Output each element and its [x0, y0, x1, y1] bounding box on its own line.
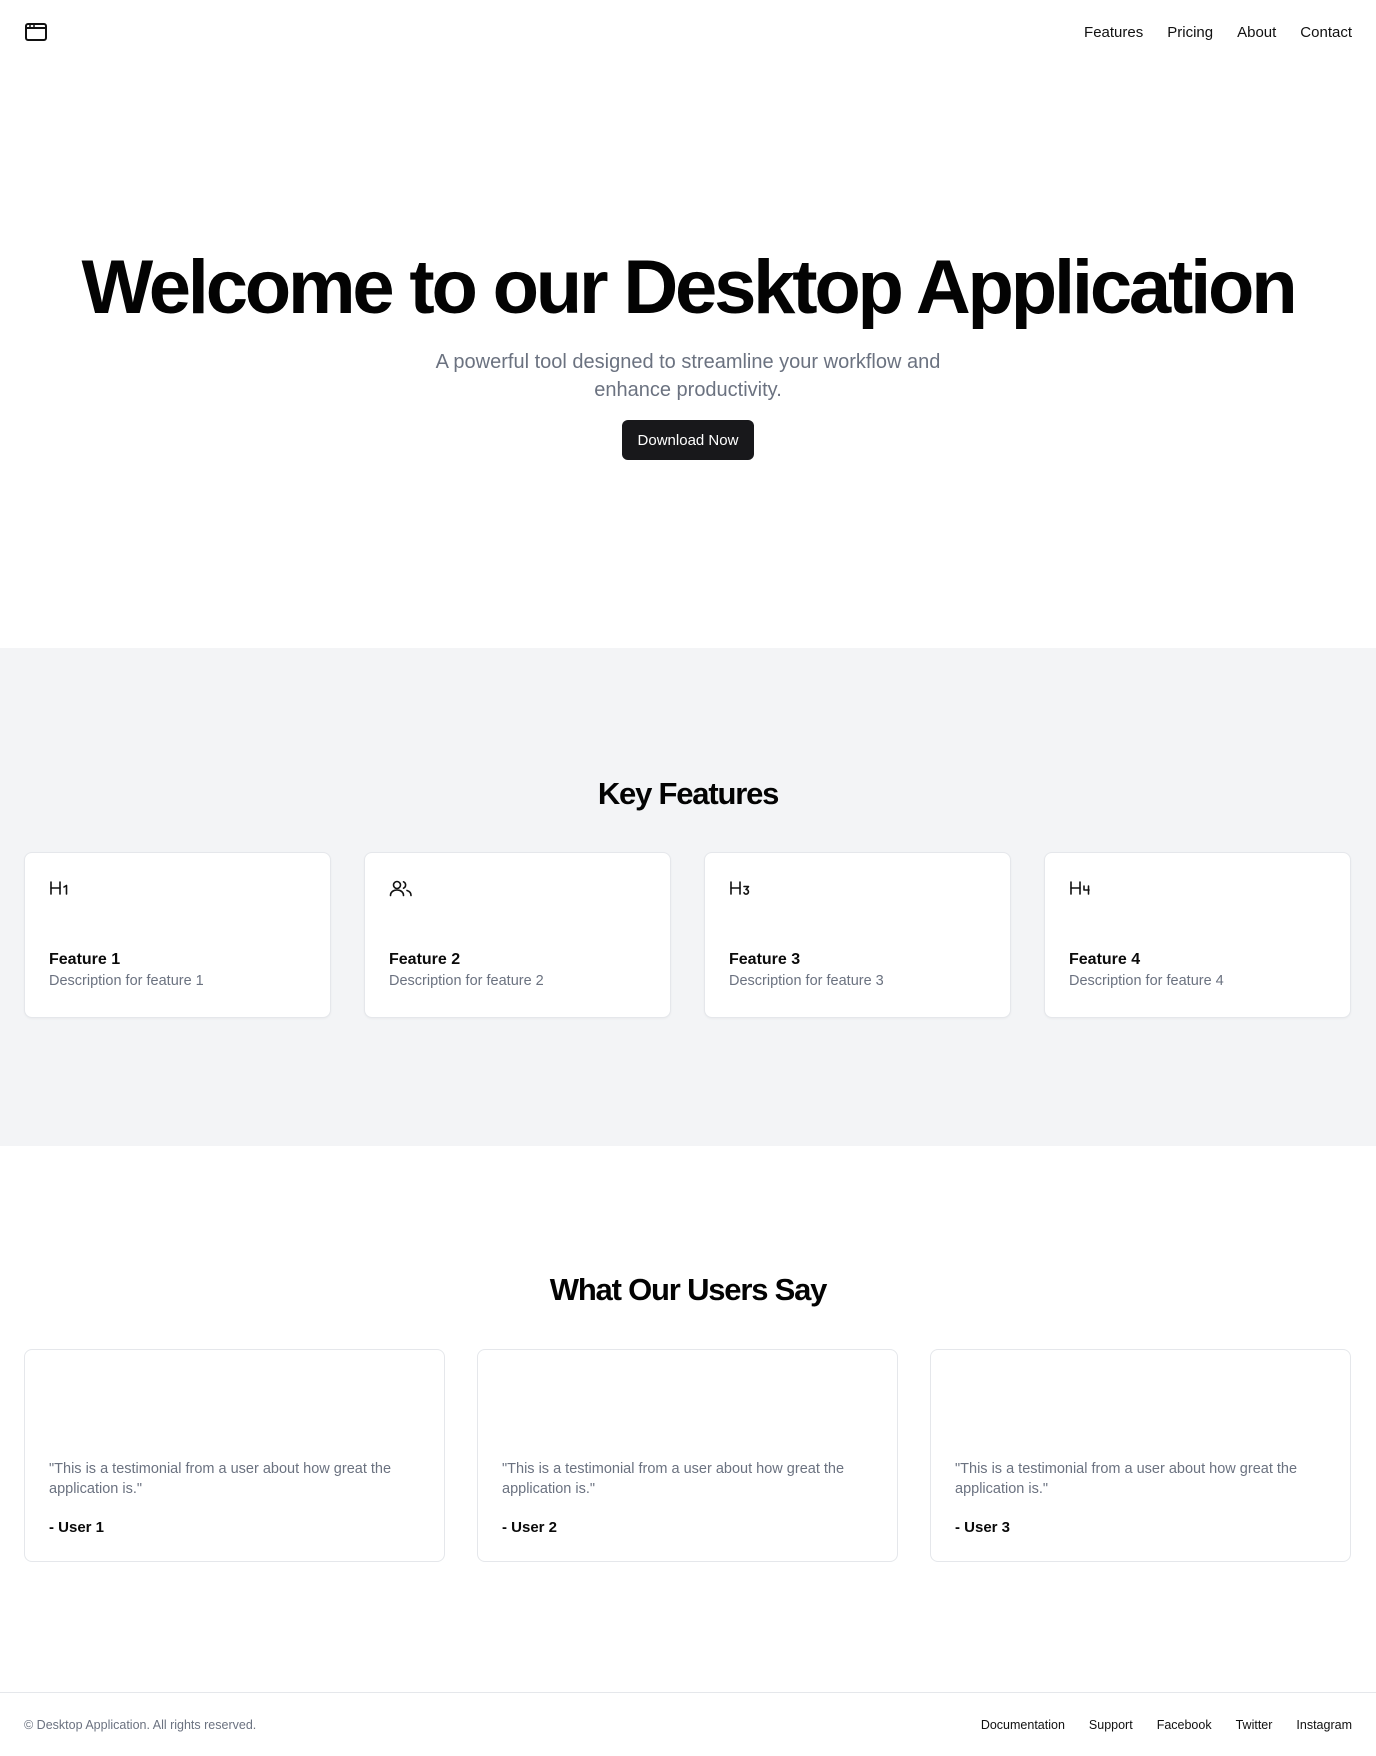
feature-description: Description for feature 1 [49, 973, 204, 989]
nav-link-features[interactable]: Features [1084, 24, 1143, 41]
hero-subtitle: A powerful tool designed to streamline y… [435, 351, 941, 401]
nav-link-contact[interactable]: Contact [1300, 24, 1352, 41]
feature-grid: Feature 1 Description for feature 1 Feat… [24, 852, 1352, 1018]
testimonials-heading: What Our Users Say [549, 1272, 828, 1307]
heading-3-icon [729, 879, 751, 897]
site-header: Features Pricing About Contact [0, 0, 1376, 64]
main-nav: Features Pricing About Contact [1084, 24, 1352, 41]
feature-title: Feature 1 [49, 951, 121, 968]
download-now-button[interactable]: Download Now [621, 420, 755, 460]
testimonial-quote: "This is a testimonial from a user about… [955, 1461, 1298, 1497]
feature-description: Description for feature 4 [1069, 973, 1224, 989]
site-footer: © Desktop Application. All rights reserv… [0, 1692, 1376, 1756]
heading-1-icon [49, 879, 71, 897]
testimonial-author: - User 3 [955, 1519, 1011, 1536]
footer-link-twitter[interactable]: Twitter [1236, 1718, 1273, 1732]
testimonial-card: "This is a testimonial from a user about… [477, 1349, 898, 1562]
feature-card: Feature 1 Description for feature 1 [24, 852, 331, 1018]
feature-card: Feature 2 Description for feature 2 [364, 852, 671, 1018]
feature-card: Feature 4 Description for feature 4 [1044, 852, 1351, 1018]
feature-title: Feature 4 [1069, 951, 1141, 968]
testimonials-section: What Our Users Say "This is a testimonia… [0, 1146, 1376, 1692]
testimonial-quote: "This is a testimonial from a user about… [502, 1461, 845, 1497]
features-heading: Key Features [597, 776, 780, 811]
app-logo[interactable] [24, 20, 48, 44]
footer-link-support[interactable]: Support [1089, 1718, 1133, 1732]
feature-card: Feature 3 Description for feature 3 [704, 852, 1011, 1018]
nav-link-about[interactable]: About [1237, 24, 1276, 41]
nav-link-pricing[interactable]: Pricing [1167, 24, 1213, 41]
feature-title: Feature 2 [389, 951, 461, 968]
copyright-text: © Desktop Application. All rights reserv… [24, 1717, 257, 1732]
testimonial-quote: "This is a testimonial from a user about… [49, 1461, 392, 1497]
testimonial-card: "This is a testimonial from a user about… [930, 1349, 1351, 1562]
users-icon [389, 879, 413, 897]
testimonial-author: - User 2 [502, 1519, 558, 1536]
footer-link-instagram[interactable]: Instagram [1296, 1718, 1352, 1732]
app-window-icon [25, 23, 47, 41]
testimonial-grid: "This is a testimonial from a user about… [24, 1349, 1352, 1562]
feature-description: Description for feature 2 [389, 973, 544, 989]
footer-link-facebook[interactable]: Facebook [1157, 1718, 1212, 1732]
testimonial-author: - User 1 [49, 1519, 105, 1536]
hero-section: Welcome to our Desktop Application A pow… [0, 64, 1376, 648]
feature-title: Feature 3 [729, 951, 801, 968]
heading-4-icon [1069, 879, 1091, 897]
feature-description: Description for feature 3 [729, 973, 884, 989]
hero-title: Welcome to our Desktop Application [81, 245, 1298, 330]
footer-link-documentation[interactable]: Documentation [981, 1718, 1065, 1732]
footer-nav: Documentation Support Facebook Twitter I… [981, 1718, 1352, 1732]
testimonial-card: "This is a testimonial from a user about… [24, 1349, 445, 1562]
features-section: Key Features Feature 1 Description for f… [0, 648, 1376, 1146]
